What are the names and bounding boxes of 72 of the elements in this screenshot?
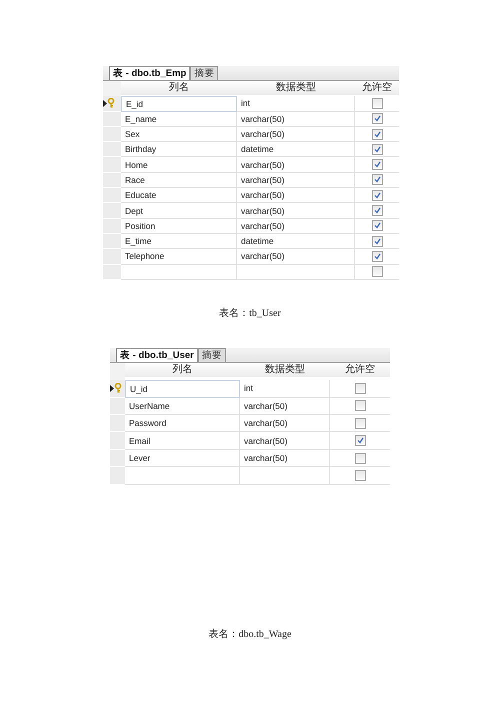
column-name-cell[interactable]: E_id	[121, 96, 237, 112]
header-corner	[110, 362, 125, 380]
data-type-cell[interactable]: varchar(50)	[237, 203, 355, 219]
checkbox[interactable]	[354, 418, 366, 429]
column-name-cell[interactable]: U_id	[125, 380, 240, 398]
data-type-cell[interactable]: varchar(50)	[237, 172, 355, 188]
column-name-cell[interactable]: Email	[125, 432, 240, 450]
data-type-cell[interactable]: varchar(50)	[240, 432, 330, 450]
checkbox[interactable]	[372, 128, 382, 140]
checkbox[interactable]	[372, 98, 382, 109]
column-name-cell[interactable]: Telephone	[121, 249, 237, 265]
column-header[interactable]: 列名	[121, 81, 237, 95]
data-type-cell[interactable]: varchar(50)	[237, 218, 355, 234]
checkbox[interactable]	[372, 113, 382, 124]
checkbox[interactable]	[372, 236, 382, 247]
column-header[interactable]: 允许空	[355, 81, 399, 95]
data-type-cell[interactable]: varchar(50)	[237, 126, 355, 142]
column-name-cell[interactable]: E_name	[121, 112, 237, 127]
data-type-cell[interactable]: varchar(50)	[237, 188, 355, 204]
column-name-cell[interactable]: Birthday	[121, 142, 237, 158]
tab[interactable]: 表 - dbo.tb_User	[116, 348, 198, 362]
checkbox[interactable]	[354, 452, 366, 464]
checkbox[interactable]	[372, 220, 382, 232]
column-name-cell[interactable]: Educate	[121, 188, 237, 204]
tab[interactable]: 摘要	[190, 66, 218, 80]
data-type-cell[interactable]: varchar(50)	[237, 157, 355, 173]
checkbox[interactable]	[372, 159, 382, 170]
column-header[interactable]: 数据类型	[240, 362, 330, 377]
checkbox[interactable]	[372, 174, 382, 186]
data-type-cell[interactable]: datetime	[237, 234, 355, 250]
caption: 表名：dbo.tb_Wage	[208, 628, 292, 641]
data-type-cell[interactable]: varchar(50)	[237, 249, 355, 265]
row-header[interactable]	[110, 380, 125, 398]
checkbox[interactable]	[354, 435, 366, 446]
data-type-cell[interactable]: datetime	[237, 142, 355, 158]
data-type-cell[interactable]: int	[240, 380, 330, 398]
header-corner	[103, 81, 121, 96]
data-type-cell[interactable]: int	[237, 96, 355, 112]
column-name-cell[interactable]: Position	[121, 218, 237, 234]
checkbox[interactable]	[354, 470, 366, 481]
checkbox[interactable]	[354, 382, 366, 394]
column-header[interactable]: 列名	[125, 362, 240, 377]
checkbox[interactable]	[372, 250, 382, 262]
column-name-cell[interactable]: Lever	[125, 450, 240, 468]
checkbox[interactable]	[372, 205, 382, 216]
column-name-cell[interactable]: Sex	[121, 126, 237, 142]
caption: 表名：tb_User	[219, 306, 281, 320]
checkbox[interactable]	[354, 400, 366, 412]
column-name-cell[interactable]: E_time	[121, 234, 237, 250]
tab[interactable]: 表 - dbo.tb_Emp	[109, 66, 190, 80]
key-icon	[114, 383, 122, 394]
data-type-cell[interactable]: varchar(50)	[240, 415, 330, 432]
column-name-cell[interactable]: UserName	[125, 398, 240, 416]
tab[interactable]: 摘要	[198, 348, 226, 362]
data-type-cell[interactable]: varchar(50)	[240, 450, 330, 468]
column-name-cell[interactable]: Password	[125, 415, 240, 432]
column-header[interactable]: 数据类型	[237, 81, 355, 95]
checkbox[interactable]	[372, 144, 382, 155]
row-pointer-icon	[103, 100, 107, 107]
key-icon	[107, 98, 115, 108]
column-name-cell[interactable]: Dept	[121, 203, 237, 219]
column-name-cell[interactable]: Race	[121, 172, 237, 188]
data-type-cell[interactable]: varchar(50)	[240, 398, 330, 416]
column-header[interactable]: 允许空	[330, 362, 390, 377]
empty-cell[interactable]	[237, 264, 355, 280]
checkbox[interactable]	[372, 266, 382, 278]
empty-cell[interactable]	[240, 467, 330, 485]
column-name-cell[interactable]: Home	[121, 157, 237, 173]
checkbox[interactable]	[372, 190, 382, 201]
row-header[interactable]	[103, 96, 121, 112]
row-pointer-icon	[110, 384, 114, 392]
data-type-cell[interactable]: varchar(50)	[237, 112, 355, 127]
